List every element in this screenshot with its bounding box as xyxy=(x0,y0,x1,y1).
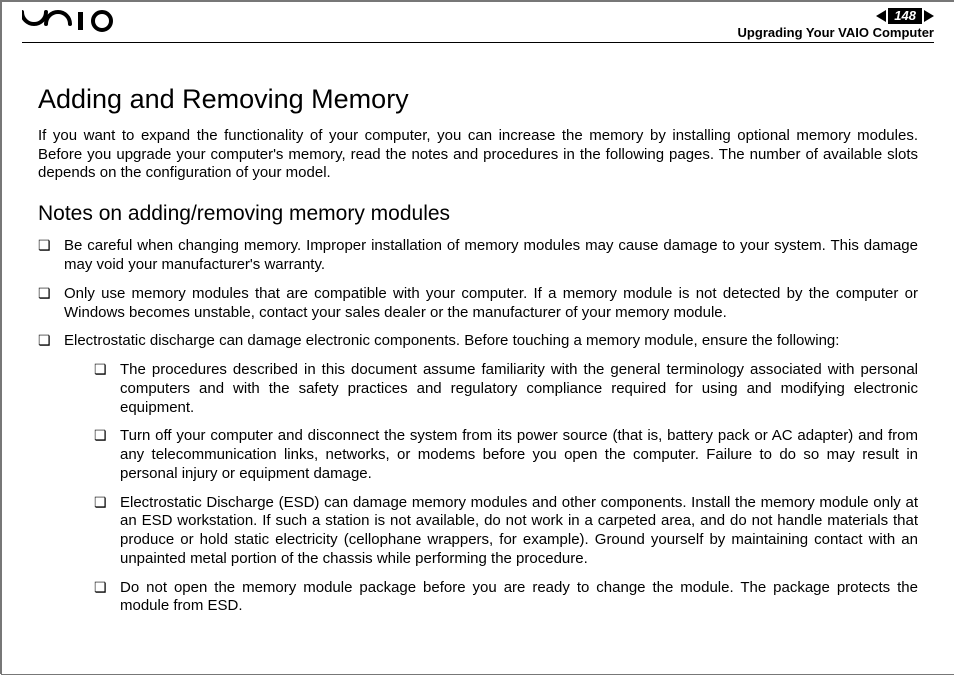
notes-subheading: Notes on adding/removing memory modules xyxy=(38,201,918,227)
page-heading: Adding and Removing Memory xyxy=(38,83,918,117)
list-item-text: Be careful when changing memory. Imprope… xyxy=(64,237,918,273)
list-item: Electrostatic Discharge (ESD) can damage… xyxy=(94,494,918,569)
list-item: Be careful when changing memory. Imprope… xyxy=(38,237,918,275)
list-item: Do not open the memory module package be… xyxy=(94,579,918,617)
list-item-text: Do not open the memory module package be… xyxy=(120,579,918,615)
page-number: 148 xyxy=(888,8,922,24)
list-item-text: Electrostatic discharge can damage elect… xyxy=(64,332,839,349)
list-item: Turn off your computer and disconnect th… xyxy=(94,427,918,483)
list-item: Only use memory modules that are compati… xyxy=(38,285,918,323)
section-title: Upgrading Your VAIO Computer xyxy=(738,26,934,40)
next-page-arrow-icon[interactable] xyxy=(924,10,934,22)
page-header: 148 Upgrading Your VAIO Computer xyxy=(2,2,954,42)
list-item: The procedures described in this documen… xyxy=(94,361,918,417)
list-item-text: Only use memory modules that are compati… xyxy=(64,285,918,321)
list-item-text: Electrostatic Discharge (ESD) can damage… xyxy=(120,494,918,567)
list-item-text: The procedures described in this documen… xyxy=(120,361,918,416)
notes-list: Be careful when changing memory. Imprope… xyxy=(38,237,918,616)
list-item: Electrostatic discharge can damage elect… xyxy=(38,332,918,616)
notes-sublist: The procedures described in this documen… xyxy=(64,361,918,616)
vaio-logo xyxy=(22,10,118,32)
prev-page-arrow-icon[interactable] xyxy=(876,10,886,22)
intro-paragraph: If you want to expand the functionality … xyxy=(38,127,918,183)
page-body: Adding and Removing Memory If you want t… xyxy=(2,43,954,616)
list-item-text: Turn off your computer and disconnect th… xyxy=(120,427,918,482)
